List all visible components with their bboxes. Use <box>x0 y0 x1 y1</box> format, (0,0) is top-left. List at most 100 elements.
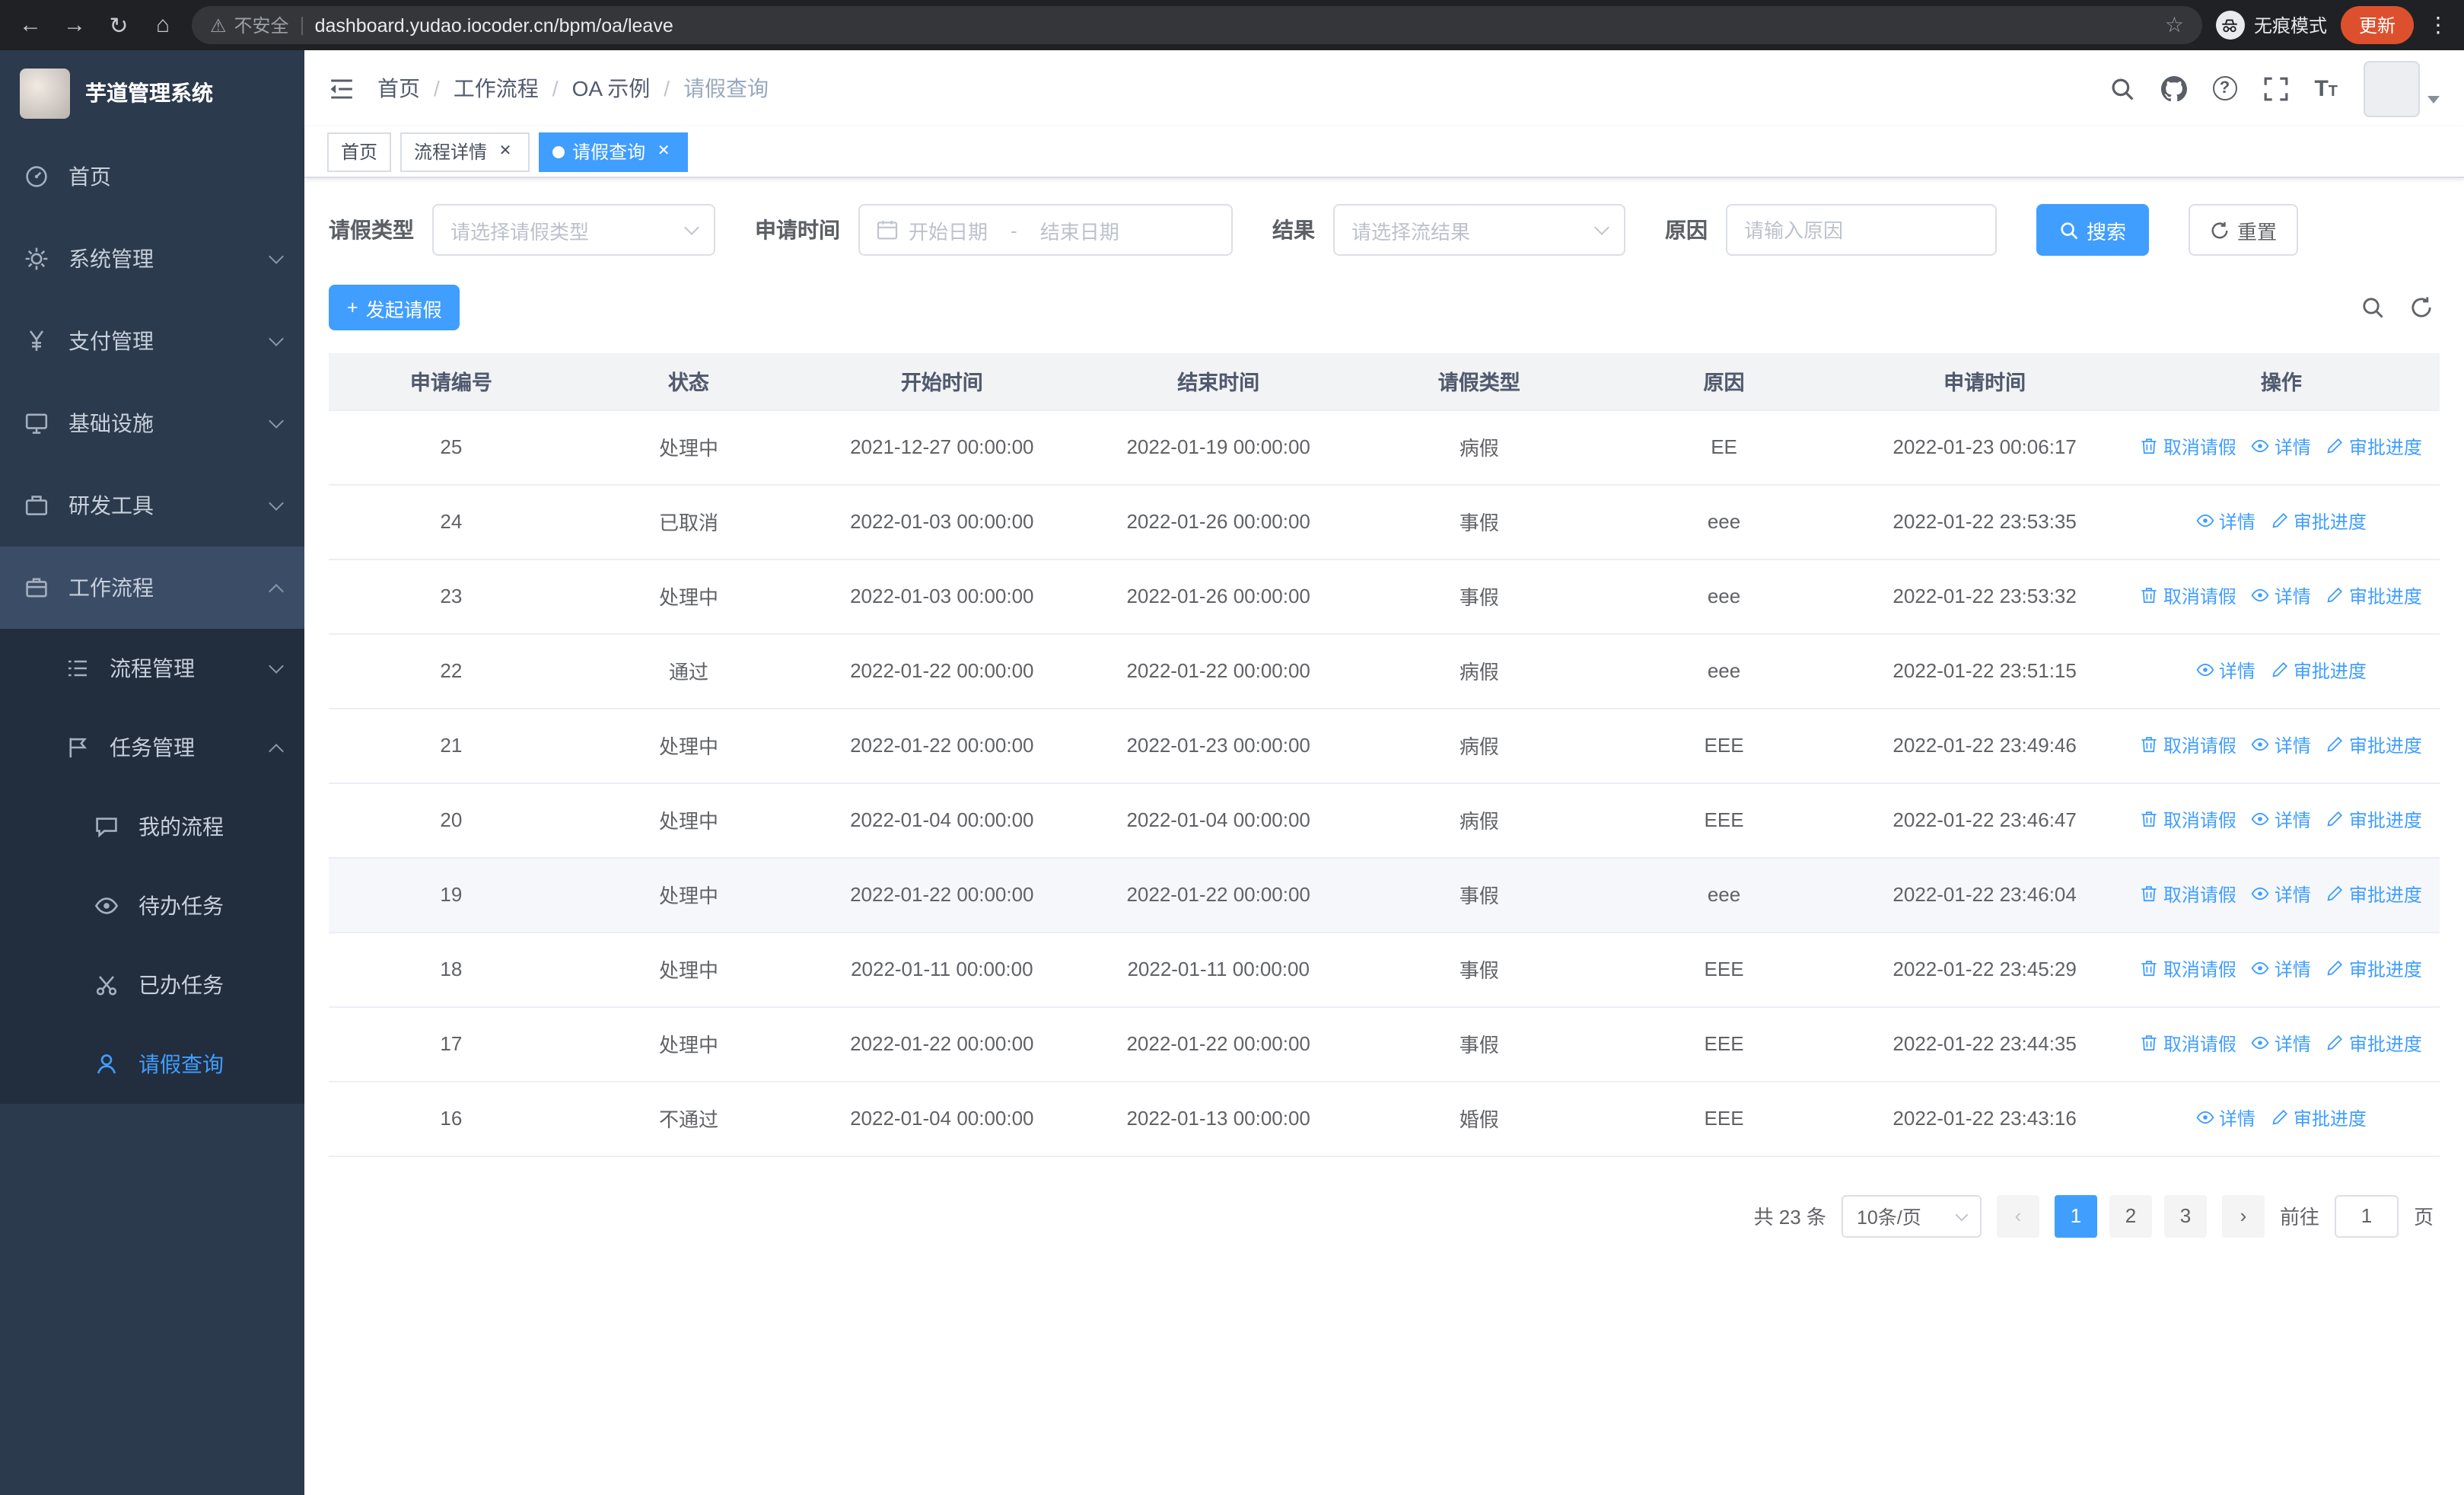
action-progress-link[interactable]: 审批进度 <box>2326 583 2422 609</box>
prev-page-button[interactable]: ‹ <box>1996 1194 2039 1237</box>
create-leave-button[interactable]: + 发起请假 <box>329 285 460 330</box>
sidebar-item-todo-tasks[interactable]: 待办任务 <box>0 866 304 945</box>
security-warning[interactable]: ⚠ 不安全 <box>210 12 289 38</box>
next-page-button[interactable]: › <box>2221 1194 2265 1237</box>
action-detail-link[interactable]: 详情 <box>2252 881 2311 907</box>
update-button[interactable]: 更新 <box>2340 6 2414 44</box>
action-progress-link[interactable]: 审批进度 <box>2271 1105 2367 1131</box>
home-icon[interactable]: ⌂ <box>148 12 178 38</box>
tab-leave-query[interactable]: 请假查询 ✕ <box>539 132 689 171</box>
sidebar-toggle-icon[interactable] <box>329 75 355 101</box>
action-detail-link[interactable]: 详情 <box>2252 732 2311 758</box>
action-detail-link[interactable]: 详情 <box>2252 956 2311 982</box>
action-cancel-link[interactable]: 取消请假 <box>2141 434 2236 460</box>
leave-type-select[interactable]: 请选择请假类型 <box>432 204 715 256</box>
breadcrumb-item[interactable]: 首页 <box>377 73 420 104</box>
toggle-search-icon[interactable] <box>2361 295 2385 320</box>
action-detail-link[interactable]: 详情 <box>2252 1031 2311 1057</box>
create-button-label: 发起请假 <box>365 299 442 320</box>
goto-page-input[interactable] <box>2334 1194 2399 1237</box>
breadcrumb-item[interactable]: 工作流程 <box>454 73 539 104</box>
browser-menu-icon[interactable]: ⋮ <box>2427 12 2449 38</box>
search-button[interactable]: 搜索 <box>2036 204 2150 256</box>
user-menu[interactable] <box>2364 60 2440 116</box>
action-progress-link[interactable]: 审批进度 <box>2326 881 2422 907</box>
cell-start: 2021-12-27 00:00:00 <box>804 410 1081 485</box>
action-cancel-link[interactable]: 取消请假 <box>2141 732 2236 758</box>
app-logo[interactable]: 芋道管理系统 <box>0 50 304 135</box>
action-cancel-link[interactable]: 取消请假 <box>2141 807 2236 833</box>
avatar <box>2364 60 2420 116</box>
action-progress-link[interactable]: 审批进度 <box>2271 508 2367 534</box>
action-cancel-link[interactable]: 取消请假 <box>2141 583 2236 609</box>
reason-input[interactable] <box>1726 204 1997 256</box>
help-icon[interactable]: ? <box>2212 76 2237 100</box>
font-size-icon[interactable]: TT <box>2314 77 2338 100</box>
page-button-2[interactable]: 2 <box>2109 1194 2152 1237</box>
forward-icon[interactable]: → <box>59 12 90 38</box>
cell-applied: 2022-01-22 23:53:32 <box>1846 559 2123 634</box>
sidebar-item-process-mgmt[interactable]: 流程管理 <box>0 629 304 708</box>
action-detail-link[interactable]: 详情 <box>2196 508 2255 534</box>
cell-end: 2022-01-22 00:00:00 <box>1080 857 1357 932</box>
action-detail-link[interactable]: 详情 <box>2252 434 2311 460</box>
page-button-3[interactable]: 3 <box>2163 1194 2207 1237</box>
sidebar-item-home[interactable]: 首页 <box>0 135 304 218</box>
result-select[interactable]: 请选择流结果 <box>1333 204 1625 256</box>
action-progress-link[interactable]: 审批进度 <box>2326 1031 2422 1057</box>
chevron-up-icon <box>269 743 284 758</box>
page-url: dashboard.yudao.iocoder.cn/bpm/oa/leave <box>314 14 673 36</box>
incognito-label: 无痕模式 <box>2253 15 2327 37</box>
tab-home[interactable]: 首页 <box>327 132 392 171</box>
chevron-down-icon <box>269 413 284 429</box>
cell-actions: 取消请假 详情 审批进度 <box>2122 559 2440 634</box>
page-button-1[interactable]: 1 <box>2054 1194 2097 1237</box>
cell-status: 处理中 <box>573 410 804 485</box>
address-bar[interactable]: ⚠ 不安全 dashboard.yudao.iocoder.cn/bpm/oa/… <box>192 6 2202 44</box>
action-detail-link[interactable]: 详情 <box>2196 1105 2255 1131</box>
action-detail-link[interactable]: 详情 <box>2252 807 2311 833</box>
tab-process-detail[interactable]: 流程详情 ✕ <box>400 132 530 171</box>
edit-icon <box>2328 1035 2343 1051</box>
breadcrumb-item[interactable]: OA 示例 <box>572 73 651 104</box>
table-row: 19 处理中 2022-01-22 00:00:00 2022-01-22 00… <box>329 857 2440 932</box>
close-icon[interactable]: ✕ <box>653 141 674 162</box>
action-detail-link[interactable]: 详情 <box>2196 658 2255 684</box>
chevron-down-icon <box>269 331 284 346</box>
cell-status: 处理中 <box>573 708 804 783</box>
close-icon[interactable]: ✕ <box>495 141 516 162</box>
fullscreen-icon[interactable] <box>2262 75 2288 101</box>
page-size-select[interactable]: 10条/页 <box>1841 1194 1982 1237</box>
caret-down-icon <box>2427 95 2440 103</box>
action-progress-link[interactable]: 审批进度 <box>2326 732 2422 758</box>
reset-button[interactable]: 重置 <box>2189 204 2299 256</box>
sidebar-item-leave-query[interactable]: 请假查询 <box>0 1025 304 1104</box>
back-icon[interactable]: ← <box>15 12 46 38</box>
bookmark-star-icon[interactable]: ☆ <box>2165 12 2184 38</box>
sidebar-item-infrastructure[interactable]: 基础设施 <box>0 382 304 464</box>
action-progress-link[interactable]: 审批进度 <box>2271 658 2367 684</box>
tab-label: 流程详情 <box>414 142 488 163</box>
action-progress-link[interactable]: 审批进度 <box>2326 956 2422 982</box>
col-header-actions: 操作 <box>2122 353 2440 410</box>
action-cancel-link[interactable]: 取消请假 <box>2141 1031 2236 1057</box>
sidebar-item-dev-tools[interactable]: 研发工具 <box>0 464 304 547</box>
date-range-picker[interactable]: 开始日期 - 结束日期 <box>858 204 1233 256</box>
reload-icon[interactable]: ↻ <box>103 11 134 39</box>
action-detail-link[interactable]: 详情 <box>2252 583 2311 609</box>
action-progress-link[interactable]: 审批进度 <box>2326 807 2422 833</box>
sidebar-item-system-mgmt[interactable]: 系统管理 <box>0 218 304 300</box>
action-cancel-link[interactable]: 取消请假 <box>2141 881 2236 907</box>
refresh-table-icon[interactable] <box>2409 295 2434 320</box>
cell-reason: eee <box>1601 857 1847 932</box>
sidebar-item-my-processes[interactable]: 我的流程 <box>0 787 304 866</box>
search-icon[interactable] <box>2109 75 2135 101</box>
sidebar-item-done-tasks[interactable]: 已办任务 <box>0 945 304 1025</box>
action-progress-link[interactable]: 审批进度 <box>2326 434 2422 460</box>
github-icon[interactable] <box>2160 75 2187 101</box>
sidebar-item-task-mgmt[interactable]: 任务管理 <box>0 708 304 787</box>
cell-start: 2022-01-04 00:00:00 <box>804 1081 1081 1156</box>
action-cancel-link[interactable]: 取消请假 <box>2141 956 2236 982</box>
sidebar-item-workflow[interactable]: 工作流程 <box>0 547 304 629</box>
sidebar-item-payment-mgmt[interactable]: 支付管理 <box>0 300 304 382</box>
